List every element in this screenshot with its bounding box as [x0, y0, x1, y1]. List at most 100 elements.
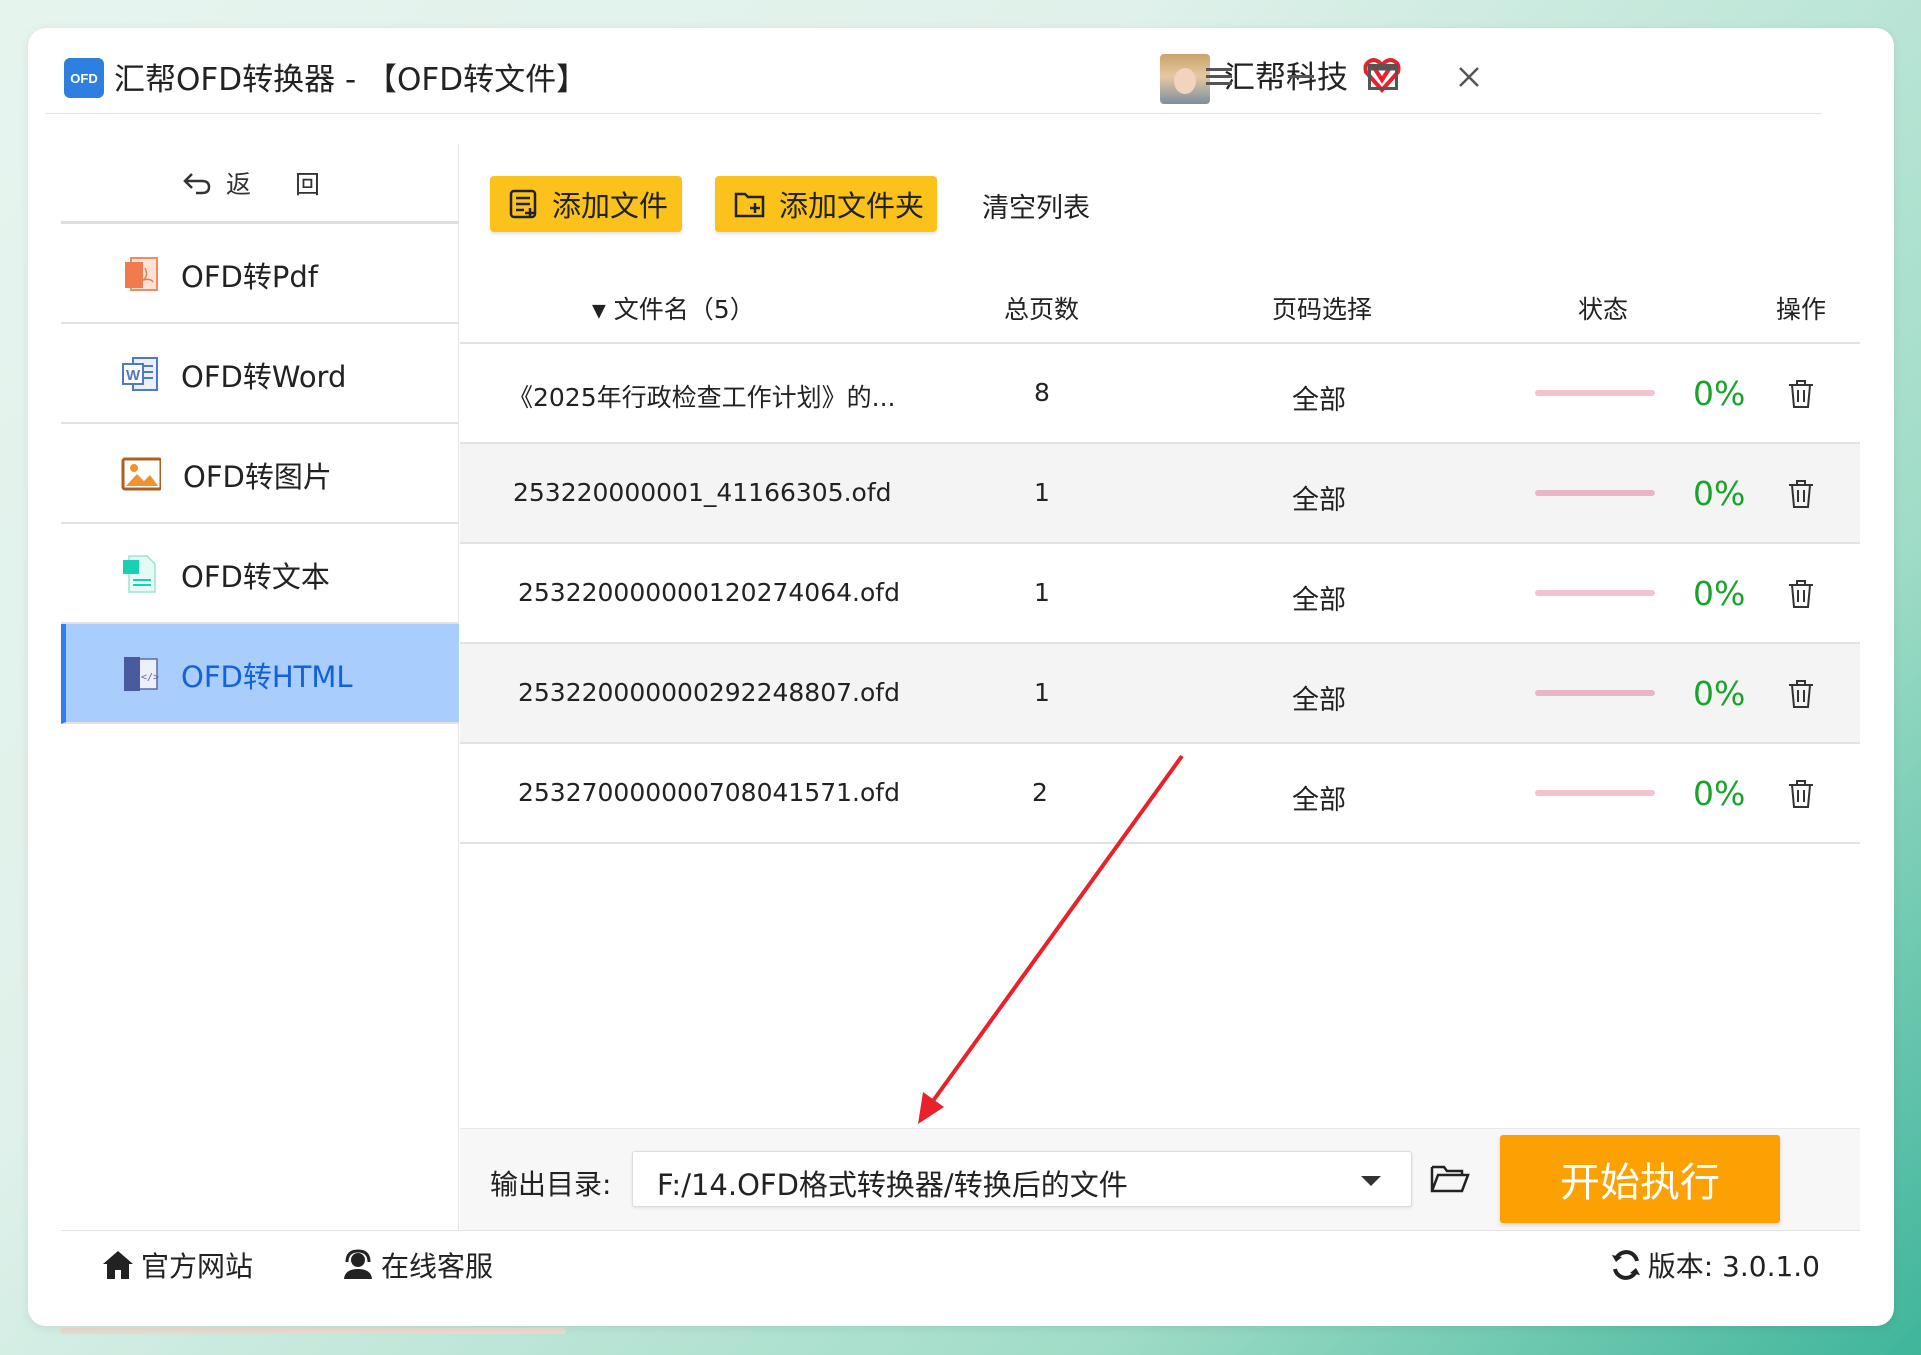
- page-select-header: 页码选择: [1272, 295, 1373, 324]
- page-select-dropdown[interactable]: 全部: [1292, 778, 1346, 817]
- progress-percent: 0%: [1693, 374, 1746, 413]
- hamburger-icon: [1206, 68, 1232, 85]
- add-file-button[interactable]: 添加文件: [490, 176, 682, 232]
- page-select-dropdown[interactable]: 全部: [1292, 578, 1346, 617]
- filename-column-header[interactable]: ▼ 文件名（5）: [592, 290, 755, 326]
- page-count: 1: [1034, 678, 1050, 707]
- svg-text:</>: </>: [141, 672, 159, 683]
- app-title: 汇帮OFD转换器 - 【OFD转文件】: [114, 62, 588, 98]
- page-count: 1: [1034, 578, 1050, 607]
- menu-button[interactable]: [1194, 52, 1244, 102]
- output-bar: 输出目录: F:/14.OFD格式转换器/转换后的文件 开始执行: [460, 1128, 1860, 1230]
- official-website-label: 官方网站: [141, 1250, 254, 1283]
- sidebar-item-text[interactable]: OFD转文本: [61, 524, 459, 624]
- progress-bar: [1535, 390, 1655, 396]
- table-row[interactable]: 《2025年行政检查工作计划》的... 8 全部 0%: [460, 344, 1860, 444]
- sidebar-item-word[interactable]: W OFD转Word: [61, 324, 459, 424]
- sidebar-item-label: OFD转文本: [181, 560, 330, 594]
- background-strip: [60, 1328, 566, 1334]
- back-label: 返 回: [226, 169, 338, 199]
- minimize-icon: [1288, 75, 1314, 78]
- trash-icon[interactable]: [1786, 378, 1816, 410]
- official-website-link[interactable]: 官方网站: [101, 1245, 253, 1285]
- sort-down-icon: ▼: [592, 300, 606, 322]
- word-icon: W: [122, 357, 158, 391]
- page-count: 2: [1032, 778, 1048, 807]
- maximize-button[interactable]: [1358, 52, 1408, 102]
- progress-percent: 0%: [1693, 474, 1746, 513]
- file-name: 253220000001_41166305.ofd: [513, 478, 892, 507]
- progress-percent: 0%: [1693, 674, 1746, 713]
- sidebar-item-label: OFD转图片: [183, 460, 332, 494]
- add-folder-label: 添加文件夹: [779, 189, 925, 223]
- table-row[interactable]: 253270000000708041571.ofd 2 全部 0%: [460, 744, 1860, 844]
- version-info: 版本: 3.0.1.0: [1610, 1245, 1820, 1285]
- page-select-dropdown[interactable]: 全部: [1292, 378, 1346, 417]
- headset-icon: [344, 1249, 372, 1279]
- sidebar-item-label: OFD转Pdf: [181, 260, 318, 294]
- html-file-icon: </>: [124, 657, 159, 691]
- sidebar-item-label: OFD转Word: [181, 360, 347, 394]
- pdf-icon: [125, 257, 158, 291]
- app-logo-icon: OFD: [64, 58, 104, 98]
- sidebar-item-pdf[interactable]: OFD转Pdf: [61, 224, 459, 324]
- add-folder-button[interactable]: 添加文件夹: [715, 176, 937, 232]
- page-count: 8: [1034, 378, 1050, 407]
- table-row[interactable]: 253220000000120274064.ofd 1 全部 0%: [460, 544, 1860, 644]
- version-label: 版本: 3.0.1.0: [1647, 1250, 1820, 1283]
- add-folder-icon: [734, 192, 765, 218]
- table-row[interactable]: 253220000000292248807.ofd 1 全部 0%: [460, 644, 1860, 744]
- file-name: 《2025年行政检查工作计划》的...: [508, 383, 896, 412]
- svg-text:W: W: [126, 367, 141, 384]
- maximize-icon: [1368, 64, 1398, 90]
- sidebar-item-label: OFD转HTML: [181, 660, 353, 694]
- page-select-dropdown[interactable]: 全部: [1292, 678, 1346, 717]
- trash-icon[interactable]: [1786, 578, 1816, 610]
- add-file-icon: [509, 189, 537, 219]
- close-icon: [1459, 67, 1479, 87]
- table-header: ▼ 文件名（5） 总页数 页码选择 状态 操作: [460, 272, 1860, 344]
- action-header: 操作: [1776, 295, 1827, 324]
- folder-open-icon[interactable]: [1430, 1163, 1470, 1195]
- progress-bar: [1535, 590, 1655, 596]
- file-name: 253220000000292248807.ofd: [518, 678, 900, 707]
- online-support-link[interactable]: 在线客服: [341, 1245, 493, 1285]
- output-dir-select[interactable]: F:/14.OFD格式转换器/转换后的文件: [632, 1151, 1412, 1207]
- start-button[interactable]: 开始执行: [1500, 1135, 1780, 1223]
- total-pages-header: 总页数: [1004, 295, 1080, 324]
- home-icon: [103, 1251, 133, 1279]
- trash-icon[interactable]: [1786, 478, 1816, 510]
- sidebar: 返 回 OFD转Pdf W OFD转Word OFD转图片 OFD转文本 </>…: [61, 144, 459, 1230]
- page-count: 1: [1034, 478, 1050, 507]
- trash-icon[interactable]: [1786, 778, 1816, 810]
- clear-list-button[interactable]: 清空列表: [982, 186, 1090, 225]
- progress-percent: 0%: [1693, 774, 1746, 813]
- sidebar-item-image[interactable]: OFD转图片: [61, 424, 459, 524]
- minimize-button[interactable]: [1276, 52, 1326, 102]
- progress-bar: [1535, 790, 1655, 796]
- add-file-label: 添加文件: [552, 189, 669, 223]
- table-row[interactable]: 253220000001_41166305.ofd 1 全部 0%: [460, 444, 1860, 544]
- page-select-dropdown[interactable]: 全部: [1292, 478, 1346, 517]
- image-icon: [121, 457, 161, 491]
- file-name: 253220000000120274064.ofd: [518, 578, 900, 607]
- title-bar: OFD 汇帮OFD转换器 - 【OFD转文件】 汇帮科技: [46, 28, 1822, 114]
- online-support-label: 在线客服: [381, 1250, 494, 1283]
- output-dir-label: 输出目录:: [490, 1168, 612, 1201]
- chevron-down-icon: [1361, 1176, 1381, 1186]
- sidebar-item-html[interactable]: </> OFD转HTML: [61, 624, 459, 724]
- close-button[interactable]: [1444, 52, 1494, 102]
- refresh-icon[interactable]: [1610, 1249, 1642, 1281]
- status-header: 状态: [1578, 295, 1629, 324]
- filename-header-label: 文件名（5）: [613, 295, 755, 324]
- footer: 官方网站 在线客服 版本: 3.0.1.0: [61, 1230, 1860, 1296]
- back-button[interactable]: 返 回: [61, 144, 459, 224]
- progress-bar: [1535, 490, 1655, 496]
- progress-bar: [1535, 690, 1655, 696]
- text-file-icon: [123, 555, 156, 593]
- file-name: 253270000000708041571.ofd: [518, 778, 900, 807]
- output-dir-value: F:/14.OFD格式转换器/转换后的文件: [657, 1168, 1128, 1202]
- trash-icon[interactable]: [1786, 678, 1816, 710]
- back-arrow-icon: [183, 172, 211, 194]
- progress-percent: 0%: [1693, 574, 1746, 613]
